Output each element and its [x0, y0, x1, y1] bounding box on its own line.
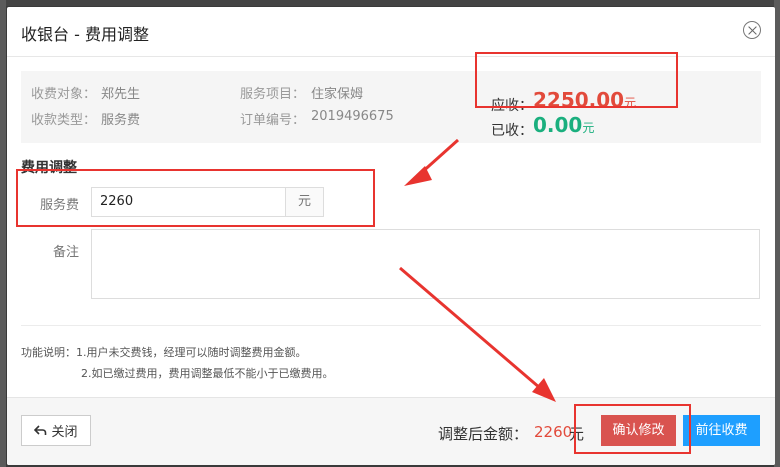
highlight-due-amount	[475, 52, 678, 108]
order-number: 2019496675	[311, 109, 394, 124]
payer-label: 收费对象：	[31, 87, 97, 102]
backdrop-left	[0, 0, 6, 467]
highlight-fee-input	[16, 169, 375, 227]
paid-amount: 0.00元	[533, 113, 594, 137]
remark-label: 备注	[53, 245, 80, 260]
close-button-label: 关闭	[51, 425, 78, 440]
type-value: 服务费	[101, 113, 141, 128]
adjusted-amount-label: 调整后金额：	[438, 425, 529, 443]
paid-label: 已收：	[491, 123, 533, 139]
note-line-2: 2.如已缴过费用，费用调整最低不能小于已缴费用。	[81, 367, 334, 380]
back-arrow-icon	[34, 425, 47, 435]
dialog-header: 收银台 - 费用调整	[7, 7, 775, 57]
close-button[interactable]: 关闭	[21, 415, 91, 446]
dialog-title: 收银台 - 费用调整	[21, 25, 149, 44]
backdrop	[0, 0, 780, 6]
paid-unit: 元	[582, 121, 595, 135]
payer-value: 郑先生	[101, 87, 141, 102]
service-value: 住家保姆	[311, 87, 364, 102]
order-label: 订单编号：	[240, 113, 306, 128]
note-line-1: 功能说明：1.用户未交费钱，经理可以随时调整费用金额。	[21, 346, 307, 359]
goto-payment-button[interactable]: 前往收费	[683, 415, 760, 446]
divider	[21, 325, 761, 326]
type-label: 收款类型：	[31, 113, 97, 128]
adjusted-amount-value: 2260	[534, 423, 573, 441]
service-label: 服务项目：	[240, 87, 306, 102]
remark-textarea[interactable]	[91, 229, 760, 299]
paid-value: 0.00	[533, 113, 583, 137]
close-icon[interactable]	[743, 21, 761, 39]
highlight-confirm-button	[574, 404, 691, 454]
